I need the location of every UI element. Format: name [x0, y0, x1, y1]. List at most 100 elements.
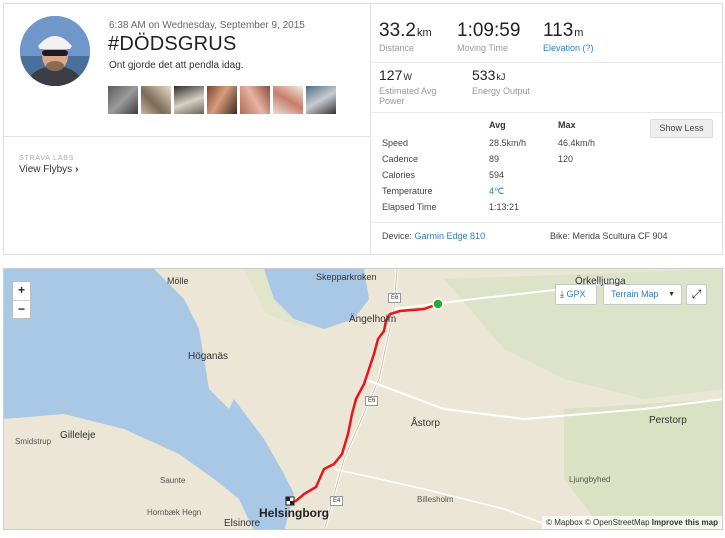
map-label: Örkelljunga: [575, 276, 626, 287]
zoom-control: + −: [12, 281, 31, 319]
zoom-out-button[interactable]: −: [13, 300, 30, 318]
avg-header: Avg: [489, 120, 506, 130]
energy-value: 533: [472, 67, 496, 83]
row-avg: 89: [489, 154, 500, 164]
row-label: Speed: [382, 138, 409, 148]
table-row: Cadence 89 120: [382, 154, 712, 168]
energy-label: Energy Output: [472, 86, 531, 96]
row-label: Calories: [382, 170, 416, 180]
power-unit: W: [403, 72, 412, 82]
map-label: Helsingborg: [259, 506, 330, 520]
photo-thumbnail[interactable]: [174, 86, 204, 114]
mapbox-attribution-link[interactable]: © Mapbox: [546, 518, 583, 527]
map-label: Ängelholm: [349, 314, 397, 325]
row-max: 120: [558, 154, 574, 164]
map-canvas[interactable]: [4, 269, 723, 530]
map-label: Ljungbyhed: [569, 475, 611, 484]
route-map[interactable]: + − ⤓ GPX Terrain Map ▼ ⤢ Skepparkroken Ö…: [3, 268, 723, 530]
distance-label: Distance: [379, 43, 415, 53]
chevron-right-icon: ›: [75, 164, 79, 175]
elevation-help-link[interactable]: Elevation (?): [543, 43, 594, 53]
photo-thumbnail[interactable]: [240, 86, 270, 114]
column-divider: [370, 4, 371, 254]
temperature-link[interactable]: 4℃: [489, 186, 504, 197]
power-value: 127: [379, 67, 403, 83]
divider: [371, 62, 723, 63]
road-badge: E4: [330, 496, 344, 506]
device-info: Device: Garmin Edge 810: [382, 231, 485, 241]
row-label: Cadence: [382, 154, 419, 164]
activity-photos: [108, 86, 336, 114]
moving-time-value: 1:09:59: [457, 20, 521, 41]
map-label: Billesholm: [417, 495, 454, 504]
row-label: Temperature: [382, 186, 433, 196]
photo-thumbnail[interactable]: [306, 86, 336, 114]
start-marker: [432, 298, 444, 310]
table-row: Elapsed Time 1:13:21: [382, 202, 712, 216]
map-label: Gilleleje: [60, 430, 96, 441]
table-row: Temperature 4℃: [382, 186, 712, 200]
stat-moving-time: 1:09:59 Moving Time: [457, 20, 520, 53]
map-label: Mölle: [167, 276, 189, 286]
fullscreen-icon: ⤢: [691, 287, 702, 301]
gpx-label: GPX: [566, 289, 586, 299]
map-label: Saunte: [160, 476, 186, 485]
stat-energy: 533kJ Energy Output: [472, 67, 530, 96]
map-label: Hornbæk Hegn: [147, 508, 202, 517]
stat-power: 127W Estimated Avg Power: [379, 67, 436, 106]
caret-down-icon: ▼: [668, 291, 675, 298]
distance-unit: km: [416, 27, 432, 39]
photo-thumbnail[interactable]: [273, 86, 303, 114]
zoom-in-button[interactable]: +: [13, 282, 30, 300]
row-label: Elapsed Time: [382, 202, 437, 212]
row-max: 46.4km/h: [558, 138, 596, 148]
stat-distance: 33.2km Distance: [379, 20, 432, 53]
map-label: Perstorp: [649, 415, 687, 426]
max-header: Max: [558, 120, 576, 130]
row-avg: 594: [489, 170, 505, 180]
divider: [4, 136, 370, 137]
photo-thumbnail[interactable]: [108, 86, 138, 114]
osm-attribution-link[interactable]: © OpenStreetMap: [585, 518, 650, 527]
map-attribution: © Mapbox © OpenStreetMap Improve this ma…: [542, 516, 722, 529]
distance-value: 33.2: [379, 20, 416, 41]
show-less-button[interactable]: Show Less: [650, 119, 713, 138]
power-label-line2: Power: [379, 96, 405, 106]
table-row: Calories 594: [382, 170, 712, 184]
elevation-value: 113: [543, 20, 574, 41]
map-type-label: Terrain Map: [611, 289, 659, 299]
fullscreen-button[interactable]: ⤢: [686, 284, 707, 305]
map-label: Elsinore: [224, 518, 261, 529]
device-link[interactable]: Garmin Edge 810: [415, 231, 486, 241]
power-label-line1: Estimated Avg: [379, 86, 437, 96]
elevation-unit: m: [574, 27, 584, 39]
bike-info: Bike: Merida Scultura CF 904: [550, 231, 668, 241]
photo-thumbnail[interactable]: [207, 86, 237, 114]
map-label: Höganäs: [188, 351, 229, 362]
road-badge: E6: [365, 396, 379, 406]
view-flybys-link[interactable]: View Flybys ›: [19, 164, 79, 175]
activity-description: Ont gjorde det att pendla idag.: [109, 60, 244, 71]
map-label: Smidstrup: [15, 437, 52, 446]
row-avg: 28.5km/h: [489, 138, 527, 148]
activity-card: 6:38 AM on Wednesday, September 9, 2015 …: [3, 3, 723, 255]
divider: [371, 112, 723, 113]
photo-thumbnail[interactable]: [141, 86, 171, 114]
athlete-avatar[interactable]: [20, 16, 90, 86]
map-type-select[interactable]: Terrain Map ▼: [603, 284, 682, 305]
device-label: Device:: [382, 231, 413, 241]
improve-map-link[interactable]: Improve this map: [652, 518, 718, 527]
activity-date: 6:38 AM on Wednesday, September 9, 2015: [109, 20, 305, 31]
divider: [371, 222, 723, 223]
road-badge: E6: [388, 293, 402, 303]
view-flybys-label: View Flybys: [19, 164, 73, 175]
gpx-download-button[interactable]: ⤓ GPX: [555, 284, 597, 305]
activity-title: #DÖDSGRUS: [108, 33, 237, 55]
download-icon: ⤓: [560, 289, 564, 299]
strava-labs-label: STRAVA LABS: [19, 155, 75, 162]
row-avg: 1:13:21: [489, 202, 520, 212]
energy-unit: kJ: [496, 72, 506, 82]
moving-time-label: Moving Time: [457, 43, 509, 53]
stat-elevation: 113m Elevation (?): [543, 20, 594, 53]
table-row: Speed 28.5km/h 46.4km/h: [382, 138, 712, 152]
